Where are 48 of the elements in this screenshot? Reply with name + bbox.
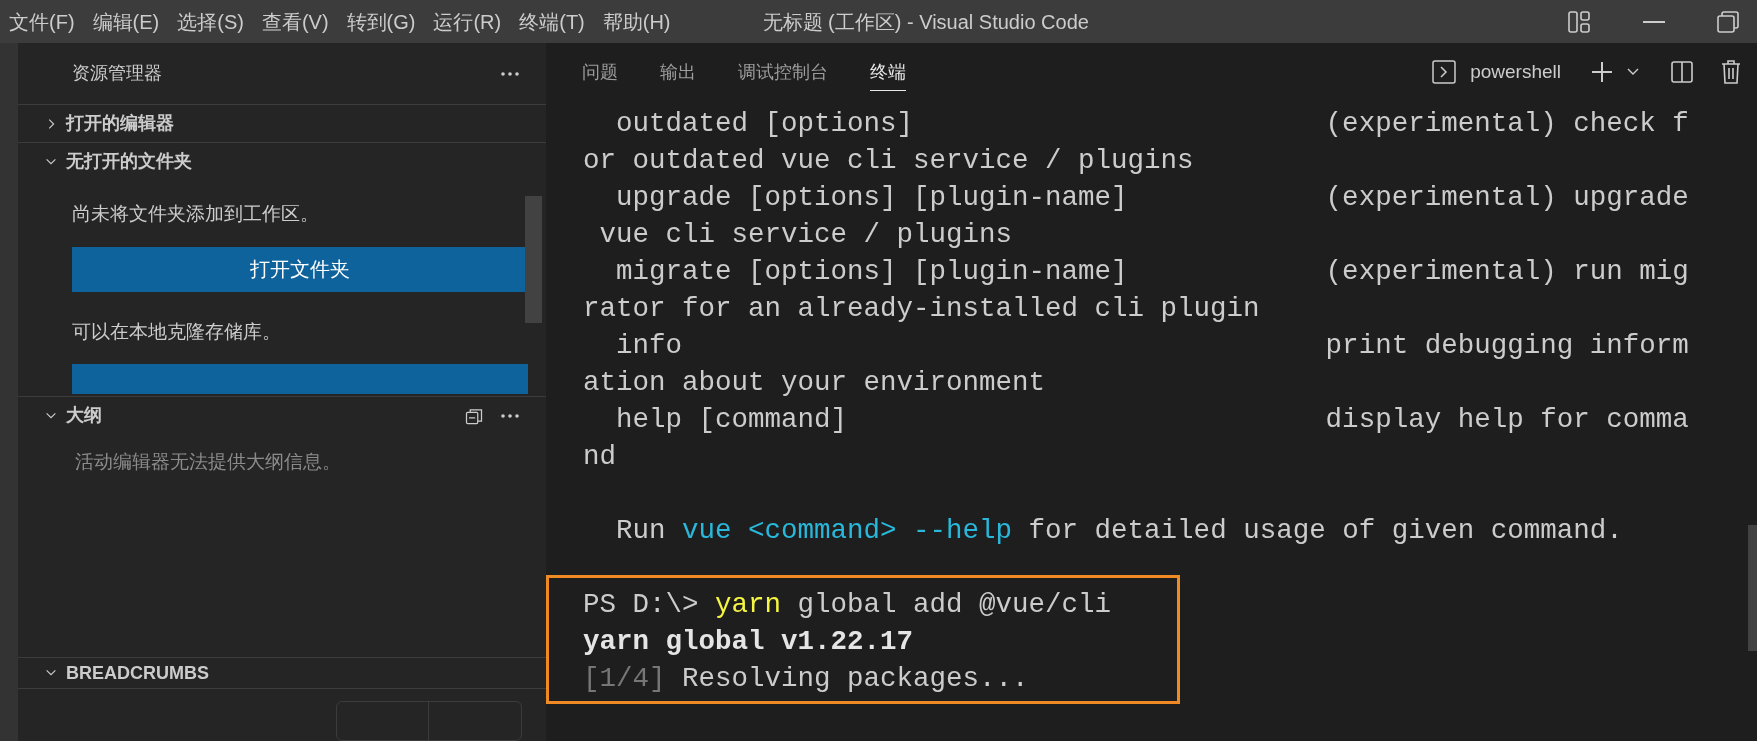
split-icon[interactable] bbox=[1671, 61, 1693, 83]
section-header[interactable]: BREADCRUMBS bbox=[18, 657, 546, 688]
explorer-title: 资源管理器 bbox=[72, 62, 162, 85]
open-folder-button[interactable]: 打开文件夹 bbox=[72, 246, 528, 292]
info-text: 可以在本地克隆存储库。 bbox=[72, 319, 282, 344]
terminal-line: or outdated vue cli service / plugins bbox=[583, 144, 1195, 178]
terminal-icon bbox=[1432, 60, 1457, 84]
shell-name[interactable]: powershell bbox=[1470, 57, 1561, 87]
panel-tab[interactable]: 输出 bbox=[660, 53, 696, 91]
menu-item[interactable]: 终端(T) bbox=[519, 6, 585, 37]
menu-item[interactable]: 帮助(H) bbox=[602, 6, 671, 37]
scrollbar-thumb[interactable] bbox=[1748, 525, 1757, 651]
terminal-line: rator for an already-installed cli plugin bbox=[583, 292, 1261, 326]
more-icon[interactable] bbox=[500, 70, 520, 77]
layout-icon[interactable] bbox=[1567, 9, 1591, 34]
info-text: 尚未将文件夹添加到工作区。 bbox=[72, 202, 320, 226]
terminal-line: upgrade [options] [plugin-name] (experimental) upgrade bbox=[615, 181, 1690, 215]
terminal-line: outdated [options] (experimental) check f bbox=[615, 107, 1690, 141]
plus-icon[interactable] bbox=[1591, 61, 1613, 83]
terminal-line: nd bbox=[583, 440, 617, 474]
section-header[interactable]: 打开的编辑器 bbox=[18, 104, 546, 142]
window-title: 无标题 (工作区) - Visual Studio Code bbox=[762, 9, 1089, 35]
terminal-line: Run vue <command> --help for detailed usage of given command. bbox=[615, 514, 1624, 548]
section-header[interactable]: 大纲 bbox=[18, 396, 546, 434]
terminal-line: migrate [options] [plugin-name] (experimental) run mig bbox=[615, 255, 1690, 289]
restore-icon[interactable] bbox=[1717, 10, 1739, 33]
menu-item[interactable]: 转到(G) bbox=[346, 6, 416, 37]
outline-message: 活动编辑器无法提供大纲信息。 bbox=[75, 450, 342, 474]
terminal-line: help [command] display help for comma bbox=[615, 403, 1690, 437]
menu-item[interactable]: 选择(S) bbox=[177, 6, 244, 37]
trash-icon[interactable] bbox=[1721, 60, 1741, 84]
terminal-line: vue cli service / plugins bbox=[598, 218, 1014, 252]
menu-item[interactable]: 运行(R) bbox=[433, 6, 502, 37]
panel-tab[interactable]: 问题 bbox=[582, 53, 618, 91]
terminal-line: ation about your environment bbox=[583, 366, 1047, 400]
menu-item[interactable]: 文件(F) bbox=[9, 6, 75, 37]
more-icon[interactable] bbox=[500, 412, 520, 419]
terminal-line: info print debugging inform bbox=[615, 329, 1690, 363]
panel-tab[interactable]: 调试控制台 bbox=[738, 53, 828, 91]
section-header[interactable]: 无打开的文件夹 bbox=[18, 142, 546, 180]
terminal-line: yarn global v1.22.17 bbox=[583, 625, 915, 659]
chevron-down-icon[interactable] bbox=[1627, 68, 1639, 76]
scrollbar-thumb[interactable] bbox=[525, 196, 542, 323]
terminal-line: PS D:\> yarn global add @vue/cli bbox=[583, 588, 1113, 622]
terminal-line: [1/4] Resolving packages... bbox=[583, 662, 1030, 696]
menu-item[interactable]: 编辑(E) bbox=[92, 6, 160, 37]
menu-item[interactable]: 查看(V) bbox=[261, 6, 329, 37]
panel-tab[interactable]: 终端 bbox=[870, 53, 906, 91]
